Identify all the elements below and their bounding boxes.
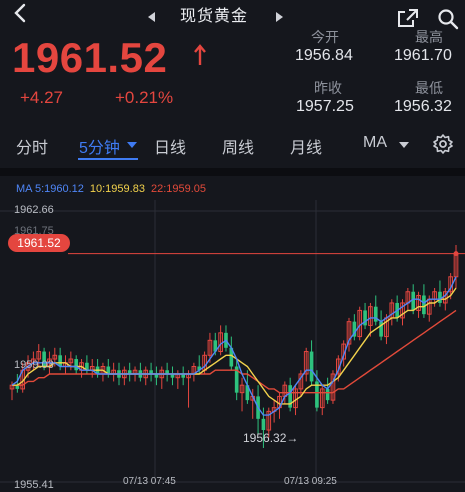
next-instrument-icon[interactable] <box>276 12 283 22</box>
section-divider <box>0 168 465 176</box>
top-bar: 现货黄金 <box>0 0 465 30</box>
back-icon[interactable] <box>10 2 32 24</box>
candle-body <box>411 291 416 311</box>
y-axis-mid-label: 1959.03 <box>14 359 54 371</box>
prev-instrument-icon[interactable] <box>148 12 155 22</box>
page-title: 现货黄金 <box>180 8 249 25</box>
title-switcher: 现货黄金 <box>140 0 290 26</box>
open-label: 今开 <box>311 29 339 45</box>
candle-body <box>261 418 266 431</box>
gear-icon[interactable] <box>432 133 454 155</box>
candle-body <box>438 291 442 303</box>
tab-daily[interactable]: 日线 <box>154 134 186 158</box>
y-axis-bottom-label: 1955.41 <box>14 479 54 491</box>
price-change-percent: +0.21% <box>115 88 174 107</box>
tab-indicator-ma[interactable]: MA <box>363 134 387 152</box>
prev-close-value: 1957.25 <box>296 98 354 115</box>
prev-close-label: 昨收 <box>314 80 342 96</box>
x-axis-label-1: 07/13 07:45 <box>123 476 176 487</box>
candle-body <box>325 388 330 401</box>
candle-body <box>309 351 314 382</box>
y-axis-top-label: 1962.66 <box>14 204 54 216</box>
ma5-line <box>11 276 457 416</box>
period-tabs: 分时 5分钟 日线 周线 月线 MA <box>0 126 465 160</box>
ma10-value: 10:1959.83 <box>89 183 145 195</box>
tab-monthly[interactable]: 月线 <box>290 134 322 158</box>
x-axis-label-2: 07/13 09:25 <box>284 476 337 487</box>
up-arrow-icon <box>194 44 206 65</box>
high-label: 最高 <box>415 29 443 45</box>
tab-weekly[interactable]: 周线 <box>222 134 254 158</box>
open-value: 1956.84 <box>295 47 353 64</box>
ma-legend: MA 5:1960.12 10:1959.83 22:1959.05 <box>16 183 212 195</box>
low-label: 最低 <box>415 80 443 96</box>
current-price: 1961.52 <box>12 34 168 81</box>
tab-5min-dropdown-icon[interactable] <box>127 142 137 148</box>
candle-body <box>422 295 426 315</box>
price-change: +4.27 <box>20 88 64 107</box>
min-price-marker: 1956.32→ <box>243 431 299 445</box>
tab-timeshare[interactable]: 分时 <box>16 134 48 158</box>
current-price-dot <box>453 251 459 257</box>
high-value: 1961.70 <box>394 47 452 64</box>
share-icon[interactable] <box>397 8 419 28</box>
active-tab-indicator <box>78 158 138 160</box>
ma10-line <box>12 287 457 405</box>
current-price-badge: 1961.52 <box>8 234 70 252</box>
ma5-value: MA 5:1960.12 <box>16 183 84 195</box>
ma22-line <box>12 309 457 394</box>
tab-5min[interactable]: 5分钟 <box>79 134 120 158</box>
low-value: 1956.32 <box>394 98 452 115</box>
ma-dropdown-icon[interactable] <box>399 142 409 148</box>
candle-body <box>74 359 79 371</box>
ma22-value: 22:1959.05 <box>150 183 207 195</box>
